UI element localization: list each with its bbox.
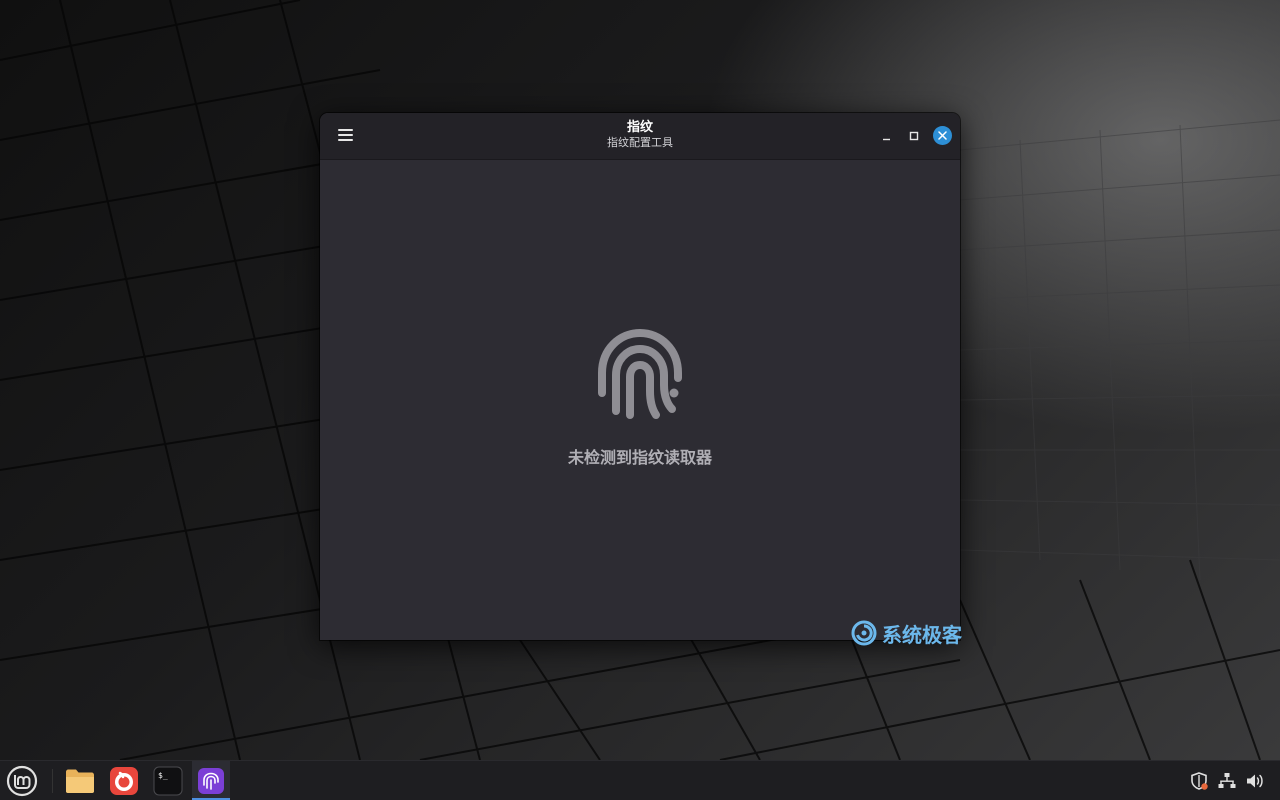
title-box: 指纹 指纹配置工具: [490, 119, 790, 150]
hamburger-menu-icon: [337, 129, 353, 141]
watermark: 系统极客: [850, 618, 990, 648]
fingerprint-app-icon: [198, 768, 224, 794]
start-menu-button[interactable]: [2, 761, 42, 800]
terminal-icon: $_: [153, 766, 183, 796]
header-bar: 指纹 指纹配置工具: [320, 113, 960, 160]
firefox-launcher[interactable]: [104, 761, 144, 800]
maximize-icon: [909, 131, 919, 141]
close-button[interactable]: [933, 126, 952, 145]
fingerprint-app-task[interactable]: [192, 761, 230, 800]
window-title: 指纹: [626, 120, 653, 135]
fingerprint-app-window: 指纹 指纹配置工具 未检测到指纹读取器: [320, 113, 960, 640]
folder-icon: [66, 769, 94, 793]
svg-text:$_: $_: [158, 771, 168, 780]
taskbar: $_: [0, 760, 1280, 800]
firefox-icon: [110, 767, 138, 795]
files-launcher[interactable]: [60, 761, 100, 800]
fingerprint-icon: [598, 328, 682, 419]
volume-icon: [1247, 774, 1263, 788]
close-icon: [938, 131, 947, 140]
empty-state: 未检测到指纹读取器: [320, 159, 960, 640]
shield-update-icon: [1191, 772, 1208, 790]
minimize-button[interactable]: [877, 126, 897, 146]
network-tray-button[interactable]: [1215, 769, 1239, 793]
hamburger-menu-button[interactable]: [332, 122, 358, 148]
terminal-launcher[interactable]: $_: [148, 761, 188, 800]
update-manager-tray-button[interactable]: [1187, 769, 1211, 793]
minimize-icon: [883, 138, 890, 141]
maximize-button[interactable]: [904, 126, 924, 146]
window-subtitle: 指纹配置工具: [607, 136, 673, 149]
watermark-text: 系统极客: [882, 622, 962, 647]
volume-tray-button[interactable]: [1243, 769, 1267, 793]
network-icon: [1218, 773, 1236, 788]
watermark-logo-icon: [851, 620, 877, 646]
taskbar-separator: [52, 769, 53, 793]
linux-mint-logo-icon: [6, 765, 38, 797]
no-reader-message: 未检测到指纹读取器: [567, 448, 712, 467]
